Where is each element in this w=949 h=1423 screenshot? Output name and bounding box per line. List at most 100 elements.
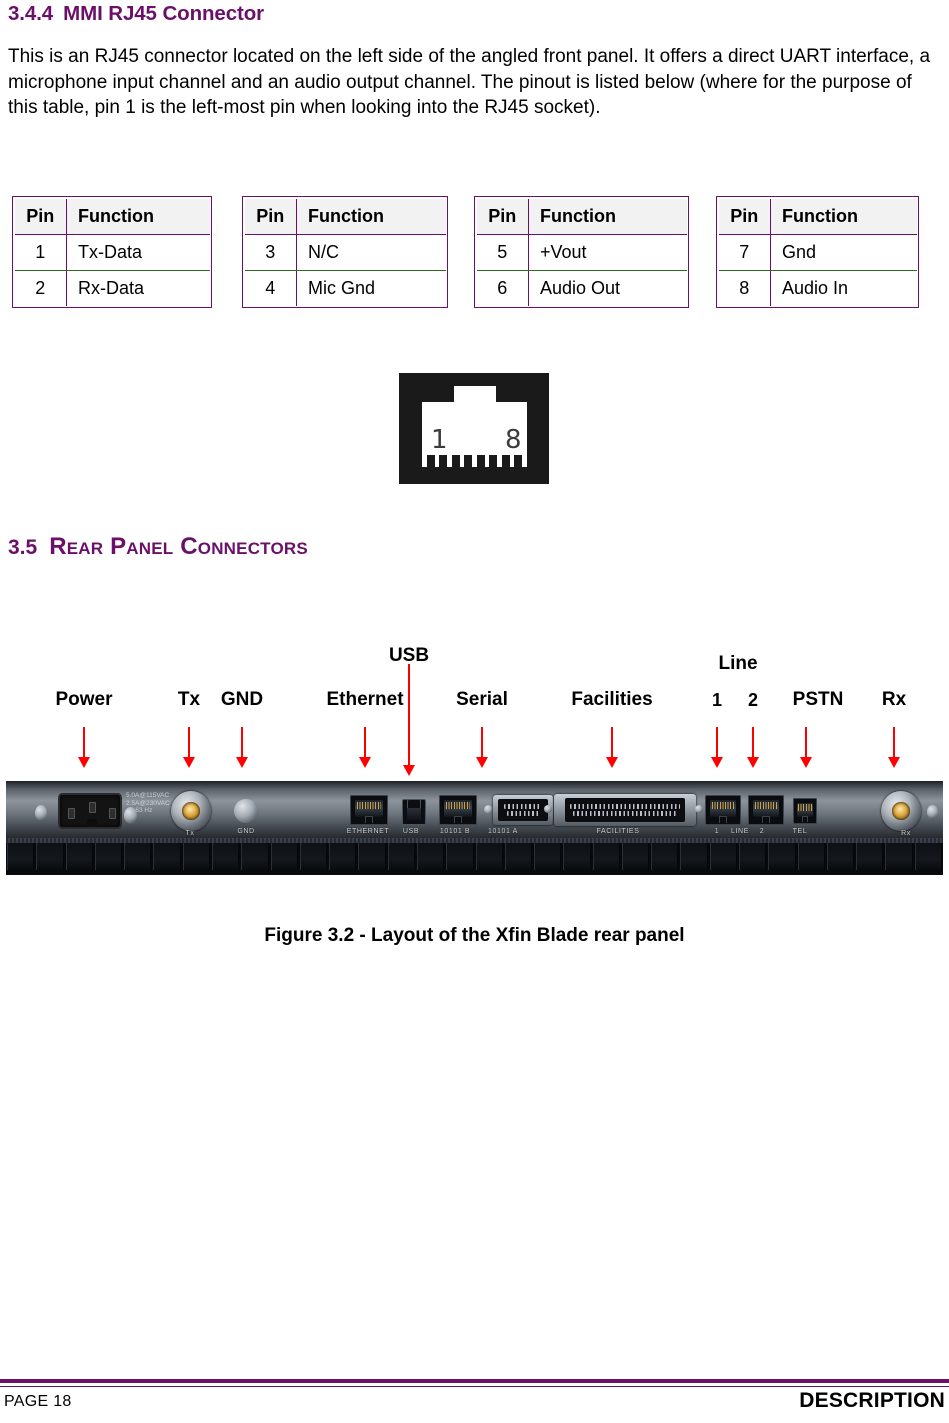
table-row: 1 Tx-Data bbox=[14, 234, 210, 271]
cell-pin: 7 bbox=[718, 234, 771, 271]
column-header-pin: Pin bbox=[14, 198, 67, 235]
rj45-contact-teeth bbox=[427, 455, 522, 467]
bnc-connector-rx bbox=[881, 791, 921, 831]
ethernet-rj45-jack bbox=[350, 795, 388, 825]
panel-ventilation-grille bbox=[6, 839, 943, 875]
callout-label-tx: Tx bbox=[177, 689, 201, 710]
cell-function: Tx-Data bbox=[66, 234, 210, 271]
silkscreen-line: LINE bbox=[731, 828, 749, 835]
silkscreen-10101-a: 10101 A bbox=[488, 828, 518, 835]
callout-label-gnd: GND bbox=[220, 689, 264, 710]
silkscreen-tx: Tx bbox=[185, 830, 195, 837]
figure-caption: Figure 3.2 - Layout of the Xfin Blade re… bbox=[264, 925, 685, 946]
callout-label-facilities: Facilities bbox=[571, 689, 653, 710]
tel-rj11-jack bbox=[793, 798, 817, 824]
callout-label-line-1: 1 bbox=[711, 690, 723, 710]
silkscreen-line-1: 1 bbox=[714, 828, 720, 835]
footer-page-number: PAGE 18 bbox=[4, 1393, 72, 1410]
callout-label-serial: Serial bbox=[456, 689, 508, 710]
serial-10101b-jack bbox=[439, 795, 477, 825]
callout-label-pstn: PSTN bbox=[792, 689, 844, 710]
table-row: 5 +Vout bbox=[476, 234, 687, 271]
cell-function: N/C bbox=[296, 234, 446, 271]
cell-function: Mic Gnd bbox=[308, 277, 376, 298]
dsub-screw-left bbox=[484, 805, 493, 814]
callout-label-power: Power bbox=[55, 689, 113, 710]
silkscreen-gnd: GND bbox=[237, 828, 255, 835]
cell-pin: 6 bbox=[476, 270, 529, 306]
pin-table-4: Pin Function 7 Gnd 8 Audio In bbox=[716, 196, 919, 308]
column-header-pin: Pin bbox=[718, 198, 771, 235]
panel-stud-right bbox=[927, 805, 938, 819]
table-row: 6 Audio Out bbox=[476, 270, 687, 306]
facilities-dsub-connector bbox=[554, 794, 696, 826]
usb-type-b-jack bbox=[402, 799, 426, 825]
cell-pin: 8 bbox=[718, 270, 771, 306]
silkscreen-10101-b: 10101 B bbox=[439, 828, 471, 835]
silkscreen-tel: TEL bbox=[792, 828, 808, 835]
cell-pin: 1 bbox=[14, 234, 67, 271]
footer-section-name: DESCRIPTION bbox=[799, 1389, 945, 1412]
table-row: 2 Rx-Data bbox=[14, 270, 210, 306]
silkscreen-rx: Rx bbox=[901, 830, 911, 837]
rj45-pin-8-label: 8 bbox=[505, 425, 522, 455]
bnc-connector-tx bbox=[171, 791, 211, 831]
callout-group-label-line: Line bbox=[718, 653, 758, 674]
table-header-row: Pin Function bbox=[476, 198, 687, 235]
ground-stud-connector bbox=[234, 799, 258, 823]
callout-label-rx: Rx bbox=[881, 689, 907, 710]
cell-pin: 5 bbox=[476, 234, 529, 271]
power-inlet-connector bbox=[58, 793, 122, 829]
heading-3-4-4-number: 3.4.4 bbox=[8, 2, 54, 25]
silkscreen-facilities: FACILITIES bbox=[596, 828, 640, 835]
heading-3-4-4: 3.4.4 MMI RJ45 Connector bbox=[8, 2, 264, 26]
column-header-pin: Pin bbox=[476, 198, 529, 235]
cell-function: Audio Out bbox=[540, 277, 621, 298]
cell-function: +Vout bbox=[528, 234, 687, 271]
table-row: 3 N/C bbox=[244, 234, 446, 271]
table-row: 4 Mic Gnd bbox=[244, 270, 446, 306]
table-row: 7 Gnd bbox=[718, 234, 917, 271]
line-1-rj45-jack bbox=[705, 795, 741, 825]
facilities-screw-left bbox=[544, 805, 552, 813]
column-header-function: Function bbox=[66, 198, 210, 235]
footer-rule-thin bbox=[0, 1386, 949, 1387]
rj45-socket-illustration: 1 8 bbox=[399, 373, 549, 484]
body-paragraph: This is an RJ45 connector located on the… bbox=[8, 46, 931, 118]
callout-label-line-2: 2 bbox=[747, 690, 759, 710]
cell-pin: 4 bbox=[244, 270, 297, 306]
cell-function: Gnd bbox=[770, 234, 917, 271]
facilities-screw-right bbox=[695, 805, 703, 813]
column-header-function: Function bbox=[296, 198, 446, 235]
pin-table-3: Pin Function 5 +Vout 6 Audio Out bbox=[474, 196, 689, 308]
table-row: 8 Audio In bbox=[718, 270, 917, 306]
heading-3-5-title: Rear Panel Connectors bbox=[49, 533, 308, 560]
table-header-row: Pin Function bbox=[718, 198, 917, 235]
panel-stud-2 bbox=[124, 807, 137, 824]
column-header-function: Function bbox=[770, 198, 917, 235]
heading-3-5-number: 3.5 bbox=[8, 536, 38, 559]
table-header-row: Pin Function bbox=[244, 198, 446, 235]
rj45-pin-1-label: 1 bbox=[431, 425, 448, 455]
panel-grille-edge bbox=[6, 838, 943, 843]
cell-pin: 2 bbox=[14, 270, 67, 306]
cell-pin: 3 bbox=[244, 234, 297, 271]
pin-table-2: Pin Function 3 N/C 4 Mic Gnd bbox=[242, 196, 448, 308]
pin-table-1: Pin Function 1 Tx-Data 2 Rx-Data bbox=[12, 196, 212, 308]
cell-function: Rx-Data bbox=[78, 277, 145, 298]
table-header-row: Pin Function bbox=[14, 198, 210, 235]
callout-label-ethernet: Ethernet bbox=[326, 689, 404, 710]
silkscreen-usb: USB bbox=[402, 828, 420, 835]
silkscreen-ethernet: ETHERNET bbox=[346, 828, 390, 835]
footer-rule bbox=[0, 1379, 949, 1383]
silkscreen-line-2: 2 bbox=[759, 828, 765, 835]
document-page: 3.4.4 MMI RJ45 Connector This is an RJ45 … bbox=[0, 0, 949, 1423]
heading-3-5: 3.5 Rear Panel Connectors bbox=[8, 533, 308, 561]
panel-stud-left bbox=[35, 805, 47, 821]
column-header-function: Function bbox=[528, 198, 687, 235]
cell-function: Audio In bbox=[782, 277, 849, 298]
heading-3-4-4-title: MMI RJ45 Connector bbox=[63, 2, 265, 25]
line-2-rj45-jack bbox=[748, 795, 784, 825]
rear-panel-photo: 5.0A@115VAC 2.5A@230VAC 47-63 Hz Tx GND … bbox=[6, 781, 943, 875]
column-header-pin: Pin bbox=[244, 198, 297, 235]
